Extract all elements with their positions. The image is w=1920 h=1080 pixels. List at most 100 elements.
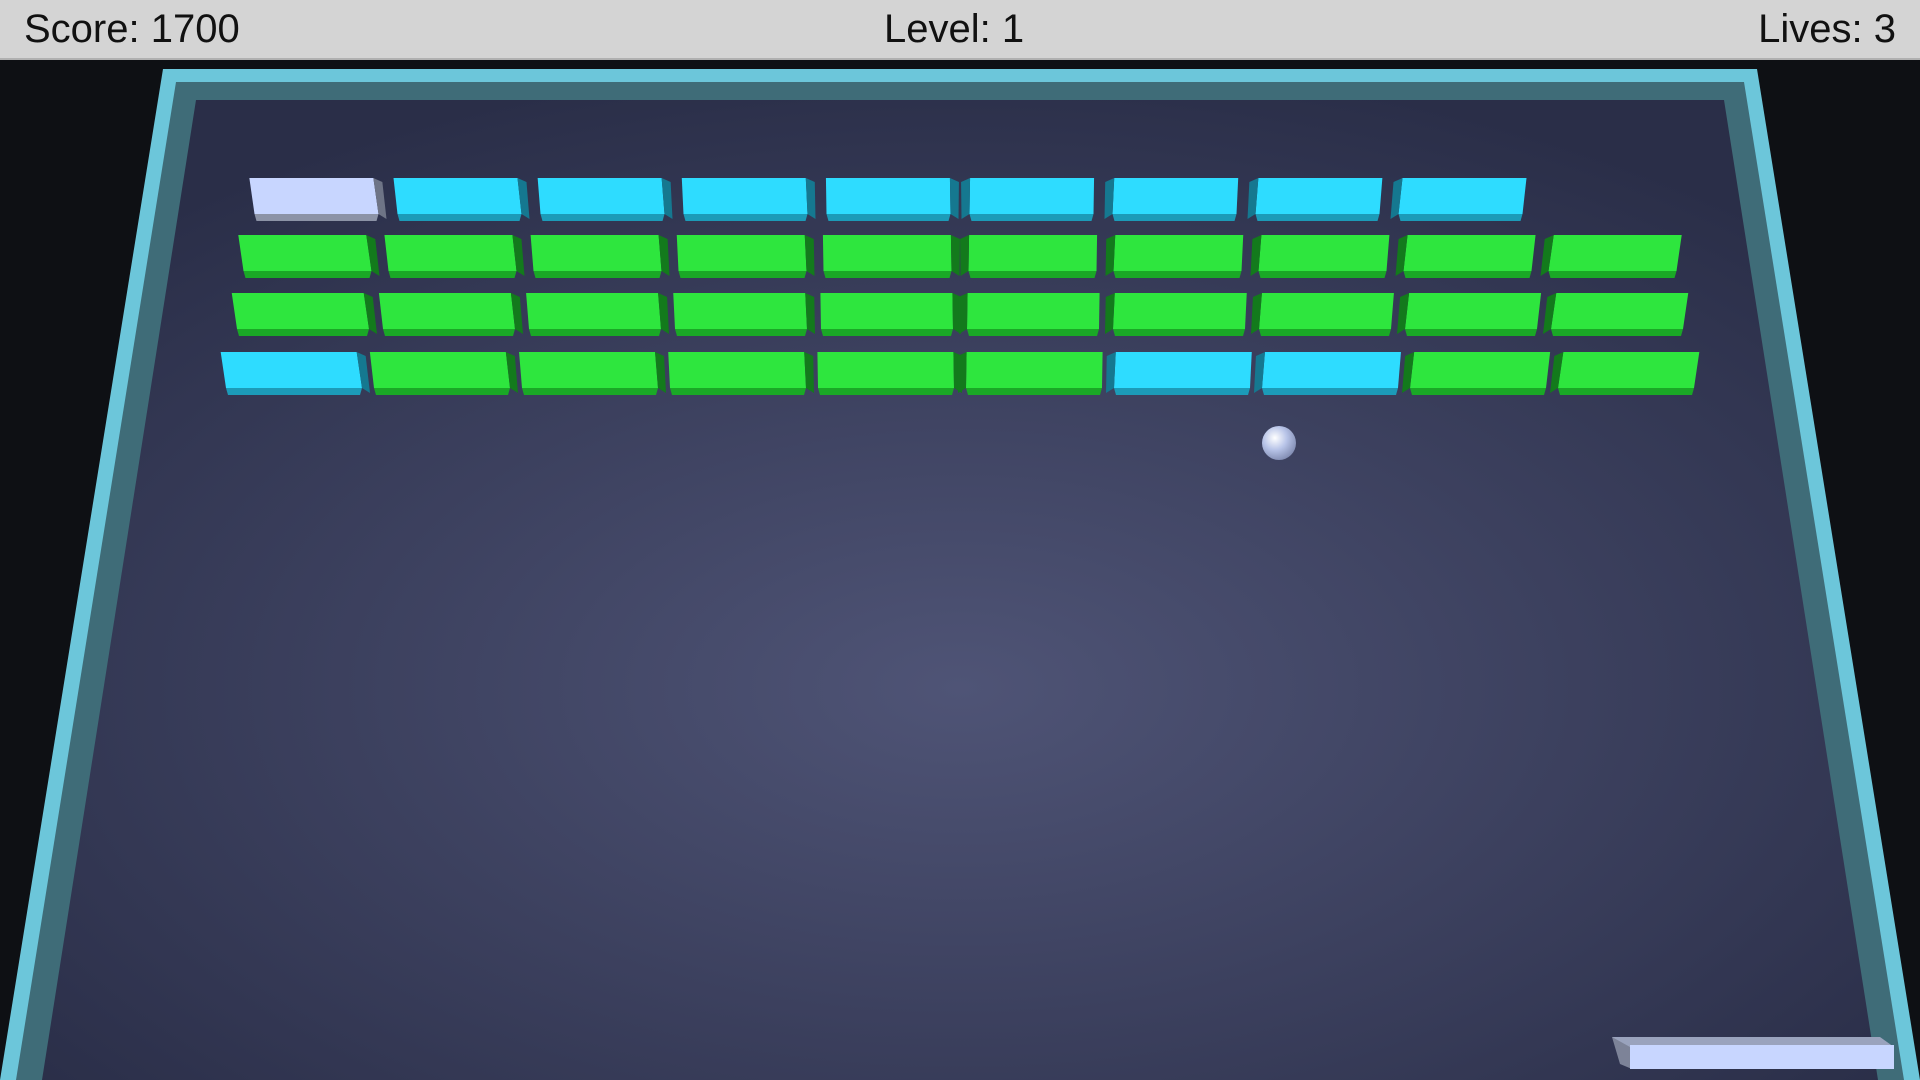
brick-face <box>825 178 951 214</box>
brick-face <box>822 235 952 271</box>
brick-bottom <box>1403 271 1532 278</box>
brick-face <box>1410 352 1551 388</box>
brick-bottom <box>243 271 372 278</box>
brick-face <box>1114 352 1252 388</box>
brick-face <box>969 178 1095 214</box>
brick-side <box>961 178 971 219</box>
brick-bottom <box>1405 329 1537 336</box>
brick-green <box>1251 293 1394 336</box>
brick-green <box>958 293 1100 336</box>
brick-green <box>1397 293 1542 336</box>
brick-green <box>384 235 525 278</box>
brick-face <box>1398 178 1527 214</box>
brick-bottom <box>1113 329 1245 336</box>
brick-bottom <box>522 388 658 395</box>
brick-green <box>231 293 377 336</box>
brick-face <box>1113 235 1244 271</box>
brick-bottom <box>1259 329 1391 336</box>
brick-bottom <box>969 214 1094 221</box>
brick-face <box>1255 178 1383 214</box>
brick-cyan <box>1390 178 1527 221</box>
brick-bottom <box>683 214 808 221</box>
brick-bottom <box>388 271 517 278</box>
paddle-front <box>1630 1045 1894 1069</box>
brick-side <box>960 235 970 276</box>
brick-face <box>681 178 808 214</box>
brick-cyan <box>1247 178 1383 221</box>
brick-face <box>537 178 665 214</box>
brick-green <box>1550 352 1700 395</box>
brick-face <box>967 293 1100 329</box>
brick-green <box>668 352 814 395</box>
brick-bottom <box>383 329 515 336</box>
brick-face <box>220 352 362 388</box>
brick-face <box>1551 293 1689 329</box>
brick-green <box>1105 293 1247 336</box>
brick-bottom <box>670 388 806 395</box>
brick-bottom <box>397 214 522 221</box>
brick-green <box>820 293 962 336</box>
brick-bottom <box>1558 388 1694 395</box>
brick-cyan <box>825 178 959 221</box>
brick-bottom <box>678 271 807 278</box>
brick-face <box>966 352 1103 388</box>
hud-bar: Score: 1700 Level: 1 Lives: 3 <box>0 0 1920 60</box>
brick-bottom <box>1114 388 1250 395</box>
brick-green <box>530 235 670 278</box>
brick-silver <box>249 178 387 221</box>
brick-face <box>1113 293 1247 329</box>
brick-cyan <box>220 352 370 395</box>
brick-green <box>519 352 666 395</box>
brick-face <box>249 178 379 214</box>
score-label: Score: 1700 <box>24 7 240 51</box>
brick-face <box>384 235 517 271</box>
brick-face <box>673 293 807 329</box>
brick-face <box>1258 235 1390 271</box>
brick-face <box>676 235 807 271</box>
brick-face <box>519 352 658 388</box>
brick-face <box>817 352 954 388</box>
lives-label: Lives: 3 <box>1758 7 1896 51</box>
brick-bottom <box>1112 214 1237 221</box>
level-label: Level: 1 <box>884 7 1025 51</box>
brick-green <box>822 235 960 278</box>
brick-bottom <box>374 388 510 395</box>
brick-green <box>1540 235 1682 278</box>
brick-bottom <box>1255 214 1380 221</box>
brick-cyan <box>1106 352 1252 395</box>
brick-face <box>820 293 953 329</box>
brick-bottom <box>533 271 662 278</box>
brick-bottom <box>1258 271 1387 278</box>
brick-side <box>949 178 959 219</box>
brick-green <box>676 235 815 278</box>
brick-cyan <box>1104 178 1239 221</box>
brick-side <box>958 293 968 334</box>
brick-bottom <box>237 329 369 336</box>
brick-bottom <box>675 329 807 336</box>
brick-green <box>238 235 380 278</box>
brick-face <box>1405 293 1542 329</box>
brick-bottom <box>966 388 1102 395</box>
brick-face <box>231 293 369 329</box>
brick-bottom <box>254 214 379 221</box>
brick-bottom <box>540 214 665 221</box>
brick-bottom <box>226 388 362 395</box>
brick-bottom <box>968 271 1097 278</box>
brick-face <box>668 352 806 388</box>
game-board[interactable] <box>0 62 1920 1080</box>
brick-face <box>530 235 662 271</box>
brick-green <box>1395 235 1536 278</box>
brick-cyan <box>537 178 673 221</box>
brick-bottom <box>826 214 951 221</box>
brick-bottom <box>1262 388 1398 395</box>
brick-face <box>238 235 372 271</box>
brick-bottom <box>529 329 661 336</box>
brick-face <box>1548 235 1682 271</box>
brick-green <box>1250 235 1390 278</box>
brick-bottom <box>818 388 954 395</box>
brick-bottom <box>1551 329 1683 336</box>
paddle[interactable] <box>1612 1037 1894 1069</box>
brick-side <box>950 235 960 276</box>
brick-green <box>673 293 815 336</box>
brick-side <box>957 352 967 393</box>
